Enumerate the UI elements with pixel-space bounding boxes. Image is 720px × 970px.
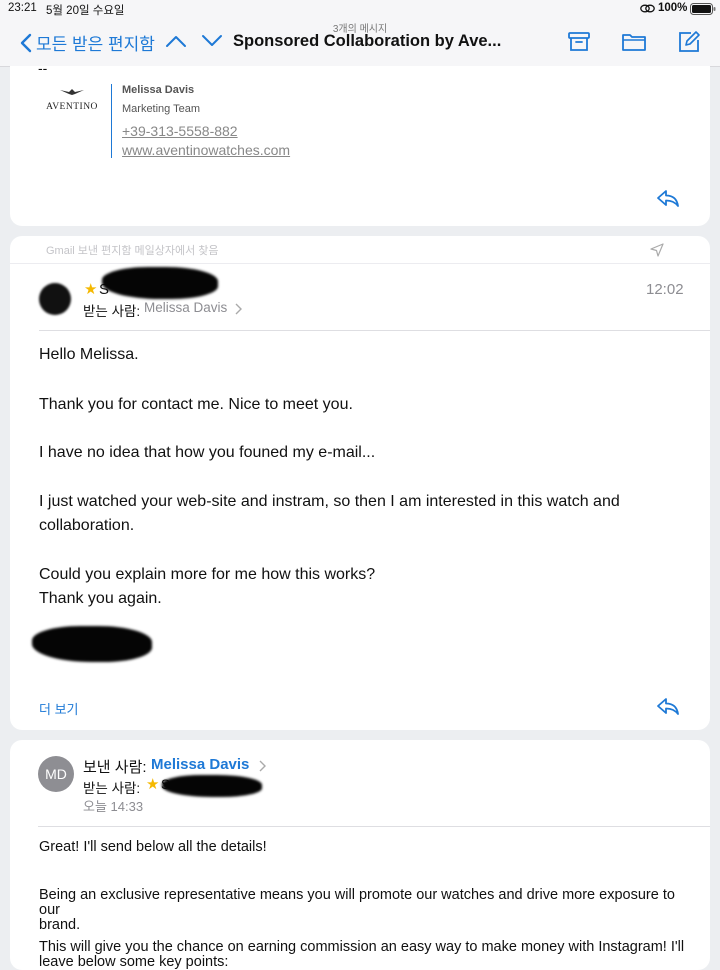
body-line: collaboration. bbox=[39, 517, 135, 534]
signature-phone[interactable]: +39-313-5558-882 bbox=[122, 123, 238, 139]
body-line: I just watched your web-site and instram… bbox=[39, 493, 620, 510]
chevron-right-icon bbox=[234, 303, 242, 315]
status-bar: 23:21 5월 20일 수요일 100% bbox=[0, 0, 720, 18]
redaction-mark bbox=[102, 267, 218, 299]
body-line: leave below some key points: bbox=[39, 954, 229, 970]
previous-message-icon[interactable] bbox=[164, 33, 188, 49]
aventino-logo: AVENTINO bbox=[45, 88, 99, 114]
body-line: I have no idea that how you founed my e-… bbox=[39, 444, 376, 461]
body-line: Hello Melissa. bbox=[39, 346, 139, 363]
status-date: 5월 20일 수요일 bbox=[46, 5, 125, 17]
signature-dash: -- bbox=[38, 66, 48, 76]
battery-percent: 100% bbox=[658, 2, 688, 14]
sender-name[interactable]: Melissa Davis bbox=[151, 756, 249, 773]
body-line: Being an exclusive representative means … bbox=[39, 887, 675, 918]
body-line: Great! I'll send below all the details! bbox=[39, 839, 267, 855]
source-note: Gmail 보낸 편지함 메일상자에서 찾음 bbox=[46, 245, 219, 257]
compose-icon[interactable] bbox=[677, 30, 701, 54]
message-body: Great! I'll send below all the details! … bbox=[39, 840, 699, 970]
next-message-icon[interactable] bbox=[200, 33, 224, 49]
body-line: Thank you again. bbox=[39, 590, 162, 607]
redaction-mark bbox=[32, 626, 152, 662]
link-icon bbox=[640, 3, 655, 14]
signature-team: Marketing Team bbox=[122, 103, 201, 115]
signature-name: Melissa Davis bbox=[122, 84, 195, 96]
archive-icon[interactable] bbox=[567, 31, 591, 53]
message-card-3[interactable]: MD 보낸 사람: Melissa Davis 받는 사람: ★ S 오늘 14… bbox=[10, 740, 710, 970]
to-label: 받는 사람: bbox=[83, 781, 141, 796]
chevron-right-icon bbox=[258, 760, 266, 772]
sent-icon bbox=[650, 243, 664, 257]
message-card-1[interactable]: -- AVENTINO Melissa Davis Marketing Team… bbox=[10, 66, 710, 226]
message-card-2[interactable]: Gmail 보낸 편지함 메일상자에서 찾음 ★ S 받는 사람: Meliss… bbox=[10, 236, 710, 730]
message-date: 오늘 14:33 bbox=[83, 799, 144, 814]
battery-icon bbox=[690, 3, 716, 15]
avatar: MD bbox=[38, 756, 74, 792]
reply-icon[interactable] bbox=[656, 696, 680, 716]
body-line: Could you explain more for me how this w… bbox=[39, 566, 376, 583]
signature-divider bbox=[111, 84, 112, 158]
message-body: Hello Melissa. Thank you for contact me.… bbox=[39, 343, 689, 611]
thread-title: Sponsored Collaboration by Ave... bbox=[233, 32, 502, 50]
folder-icon[interactable] bbox=[621, 32, 647, 52]
status-time: 23:21 bbox=[8, 2, 37, 14]
from-label: 보낸 사람: bbox=[83, 759, 147, 776]
star-icon: ★ bbox=[84, 281, 98, 298]
reply-icon[interactable] bbox=[656, 188, 680, 208]
message-time: 12:02 bbox=[646, 281, 684, 298]
show-more-link[interactable]: 더 보기 bbox=[39, 699, 79, 718]
avatar bbox=[39, 283, 71, 315]
star-icon: ★ bbox=[146, 776, 160, 793]
signature-website[interactable]: www.aventinowatches.com bbox=[122, 142, 290, 158]
recipient-name[interactable]: Melissa Davis bbox=[144, 300, 227, 315]
to-label: 받는 사람: bbox=[83, 304, 141, 319]
nav-bar: 모든 받은 편지함 3개의 메시지 Sponsored Collaboratio… bbox=[0, 18, 720, 67]
redaction-mark bbox=[162, 775, 262, 797]
body-line: brand. bbox=[39, 917, 81, 933]
body-line: This will give you the chance on earning… bbox=[39, 939, 685, 955]
chevron-left-icon bbox=[20, 33, 32, 53]
body-line: Thank you for contact me. Nice to meet y… bbox=[39, 396, 353, 413]
